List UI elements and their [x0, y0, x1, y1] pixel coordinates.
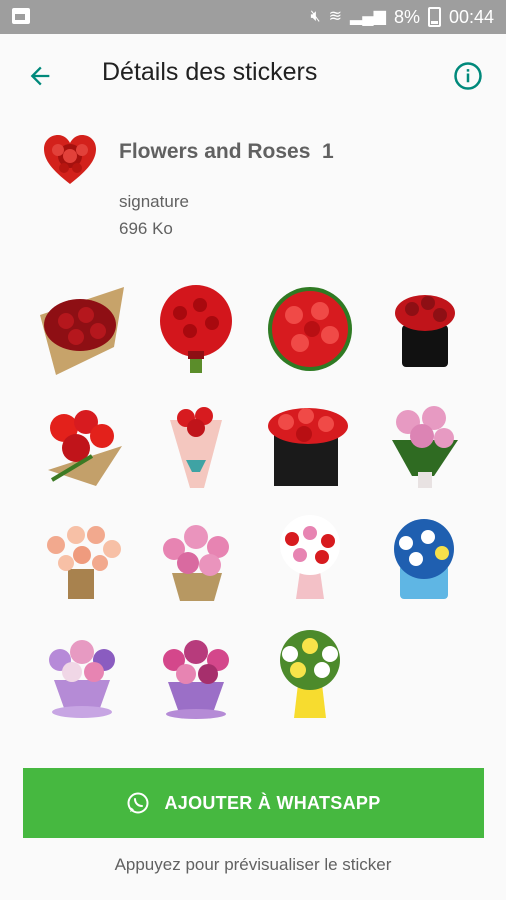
wifi-icon: ≋: [328, 8, 342, 25]
gallery-notification-icon: [12, 8, 30, 24]
preview-hint: Appuyez pour prévisualiser le sticker: [114, 855, 392, 874]
sticker-red-roses-black-box[interactable]: [378, 285, 470, 377]
status-icons: 🔇︎ ≋ ▂▄▆ 8% 00:44: [310, 6, 494, 28]
mute-icon: 🔇︎: [310, 8, 321, 25]
sticker-pink-purple-flowers-cup[interactable]: [150, 630, 242, 722]
sticker-red-roses-dome[interactable]: [264, 285, 356, 377]
page-title: Détails des stickers: [102, 58, 318, 86]
sticker-peach-roses-basket[interactable]: [36, 513, 128, 605]
app-bar: Détails des stickers: [0, 34, 506, 116]
signal-icon: ▂▄▆: [349, 8, 386, 25]
sticker-mixed-flowers-vase[interactable]: [264, 513, 356, 605]
sticker-red-roses-black-square-box[interactable]: [264, 400, 356, 492]
battery-percent: 8%: [393, 6, 420, 27]
sticker-yellow-white-flowers-vase[interactable]: [264, 630, 356, 722]
sticker-blue-flowers-box[interactable]: [378, 513, 470, 605]
status-bar: 🔇︎ ≋ ▂▄▆ 8% 00:44: [0, 0, 506, 34]
sticker-red-roses-round-bouquet[interactable]: [150, 285, 242, 377]
add-button-label: AJOUTER À WHATSAPP: [164, 792, 381, 813]
sticker-roses-pink-wrap[interactable]: [150, 400, 242, 492]
pack-name: Flowers and Roses 1: [119, 140, 334, 163]
battery-icon: [427, 7, 441, 27]
whatsapp-icon: [127, 792, 149, 814]
tray-icon: [42, 134, 98, 186]
arrow-back-icon: [30, 66, 50, 86]
add-to-whatsapp-button[interactable]: AJOUTER À WHATSAPP: [23, 768, 484, 838]
info-button[interactable]: [446, 54, 490, 98]
clock: 00:44: [448, 6, 494, 27]
sticker-purple-flowers-cup[interactable]: [36, 630, 128, 722]
pack-publisher: signature: [119, 192, 189, 211]
sticker-pink-roses-bouquet[interactable]: [378, 400, 470, 492]
sticker-red-roses-kraft-bouquet[interactable]: [36, 285, 128, 377]
sticker-pink-flowers-basket[interactable]: [150, 513, 242, 605]
sticker-red-roses-spray[interactable]: [36, 400, 128, 492]
pack-size: 696 Ko: [119, 219, 173, 238]
info-icon: [454, 62, 482, 90]
back-button[interactable]: [18, 54, 62, 98]
